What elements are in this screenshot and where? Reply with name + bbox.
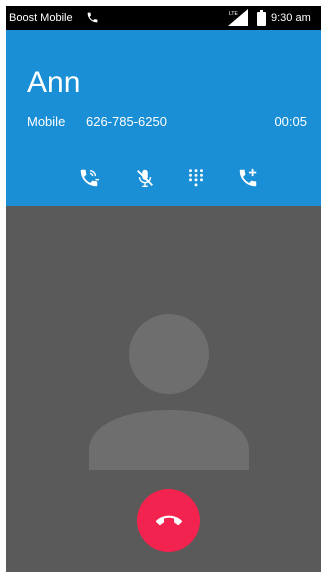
phone-in-call-icon [87, 12, 98, 23]
mic-off-icon [137, 169, 153, 187]
phone-transfer-icon [80, 169, 100, 187]
battery-icon [257, 10, 266, 26]
call-timer: 00:05 [274, 114, 307, 129]
mute-button[interactable] [131, 164, 159, 192]
number-type-label: Mobile [27, 114, 66, 129]
carrier-name: Boost Mobile [9, 12, 73, 24]
status-bar: Boost Mobile LTE 9:30 am [6, 6, 321, 30]
dialpad-button[interactable] [182, 164, 210, 192]
caller-name: Ann [27, 66, 81, 99]
status-time: 9:30 am [271, 12, 311, 24]
call-screen: Boost Mobile LTE 9:30 am Ann Mobile 626-… [6, 6, 321, 572]
switch-audio-button[interactable] [75, 164, 103, 192]
contact-avatar [89, 314, 249, 470]
dialpad-icon [189, 169, 203, 187]
add-call-button[interactable] [234, 164, 262, 192]
call-header: Ann Mobile 626-785-6250 00:05 [6, 30, 321, 206]
add-call-icon [239, 168, 257, 187]
signal-icon: LTE [228, 9, 248, 26]
svg-text:LTE: LTE [229, 11, 238, 17]
call-end-icon [155, 515, 182, 525]
phone-number: 626-785-6250 [86, 114, 167, 129]
end-call-button[interactable] [137, 489, 200, 552]
